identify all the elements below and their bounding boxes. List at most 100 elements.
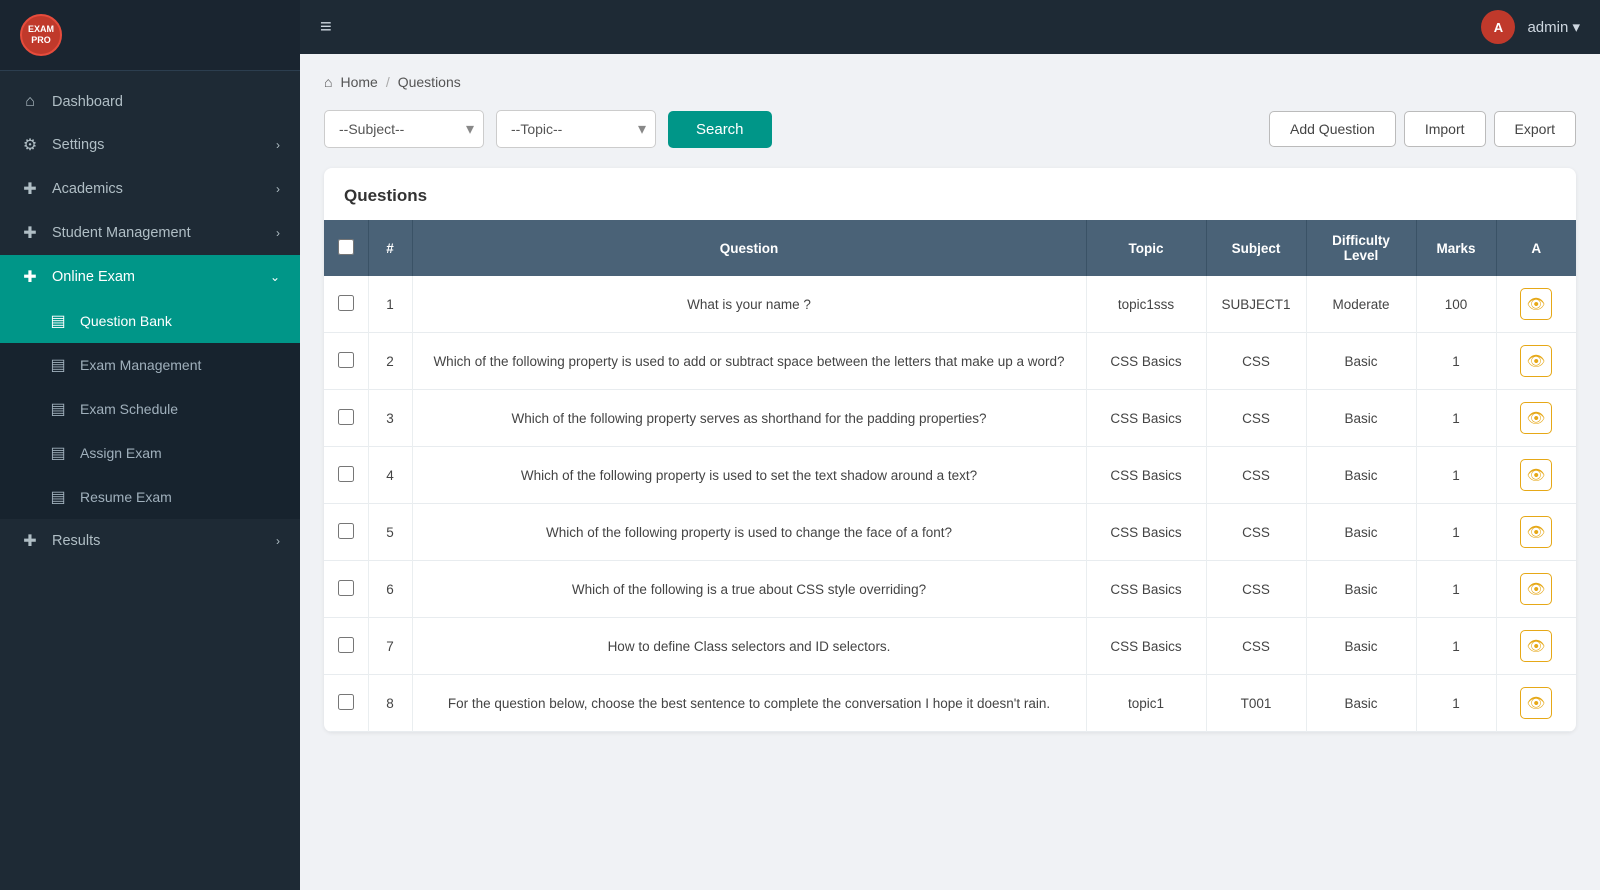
row-topic: CSS Basics [1086, 447, 1206, 504]
subject-select[interactable]: --Subject-- [324, 110, 484, 148]
row-actions: 👁 [1496, 276, 1576, 333]
header-marks: Marks [1416, 220, 1496, 276]
search-button[interactable]: Search [668, 111, 772, 148]
view-button[interactable]: 👁 [1520, 630, 1552, 662]
header-question: Question [412, 220, 1086, 276]
row-difficulty: Basic [1306, 675, 1416, 732]
row-number: 7 [368, 618, 412, 675]
breadcrumb-separator: / [386, 74, 390, 90]
view-button[interactable]: 👁 [1520, 573, 1552, 605]
sidebar-item-online-exam[interactable]: ✚ Online Exam ⌄ [0, 255, 300, 299]
avatar: A [1481, 10, 1515, 44]
row-checkbox-cell [324, 618, 368, 675]
row-checkbox[interactable] [338, 523, 354, 539]
row-number: 8 [368, 675, 412, 732]
row-topic: CSS Basics [1086, 390, 1206, 447]
row-checkbox[interactable] [338, 409, 354, 425]
row-checkbox[interactable] [338, 694, 354, 710]
row-difficulty: Basic [1306, 447, 1416, 504]
sidebar-logo: EXAM PRO [0, 0, 300, 71]
row-marks: 1 [1416, 561, 1496, 618]
row-number: 5 [368, 504, 412, 561]
sidebar-item-results[interactable]: ✚ Results › [0, 519, 300, 563]
settings-icon: ⚙ [20, 135, 40, 155]
sidebar-item-resume-exam[interactable]: ▤ Resume Exam [0, 475, 300, 519]
breadcrumb-home-icon: ⌂ [324, 74, 332, 90]
table-row: 8 For the question below, choose the bes… [324, 675, 1576, 732]
chevron-right-icon: › [276, 138, 280, 152]
breadcrumb-home-link[interactable]: Home [340, 74, 377, 90]
hamburger-menu-button[interactable]: ≡ [320, 16, 332, 39]
row-subject: CSS [1206, 618, 1306, 675]
row-checkbox[interactable] [338, 352, 354, 368]
topic-select-wrapper: --Topic-- [496, 110, 656, 148]
view-button[interactable]: 👁 [1520, 516, 1552, 548]
add-question-button[interactable]: Add Question [1269, 111, 1396, 147]
row-checkbox[interactable] [338, 637, 354, 653]
sidebar-item-settings[interactable]: ⚙ Settings › [0, 123, 300, 167]
document-icon: ▤ [48, 399, 68, 419]
table-body: 1 What is your name ? topic1sss SUBJECT1… [324, 276, 1576, 732]
header-subject: Subject [1206, 220, 1306, 276]
row-question: What is your name ? [412, 276, 1086, 333]
sidebar-item-label: Results [52, 533, 100, 549]
sidebar-item-question-bank[interactable]: ▤ Question Bank [0, 299, 300, 343]
topbar-right[interactable]: A admin ▾ [1481, 10, 1580, 44]
chevron-right-icon: › [276, 182, 280, 196]
sidebar-item-academics[interactable]: ✚ Academics › [0, 167, 300, 211]
row-number: 6 [368, 561, 412, 618]
row-checkbox-cell [324, 504, 368, 561]
sidebar-item-label: Exam Management [80, 357, 201, 373]
sidebar-item-label: Settings [52, 137, 104, 153]
row-actions: 👁 [1496, 561, 1576, 618]
row-difficulty: Basic [1306, 561, 1416, 618]
row-checkbox[interactable] [338, 580, 354, 596]
topic-select[interactable]: --Topic-- [496, 110, 656, 148]
row-marks: 1 [1416, 447, 1496, 504]
sidebar-navigation: ⌂ Dashboard ⚙ Settings › ✚ Academics › ✚… [0, 71, 300, 573]
table-row: 6 Which of the following is a true about… [324, 561, 1576, 618]
row-marks: 1 [1416, 618, 1496, 675]
subject-select-wrapper: --Subject-- [324, 110, 484, 148]
sidebar-item-exam-management[interactable]: ▤ Exam Management [0, 343, 300, 387]
row-topic: CSS Basics [1086, 561, 1206, 618]
row-subject: CSS [1206, 333, 1306, 390]
header-difficulty: DifficultyLevel [1306, 220, 1416, 276]
header-topic: Topic [1086, 220, 1206, 276]
admin-label[interactable]: admin ▾ [1527, 18, 1580, 36]
row-question: Which of the following property serves a… [412, 390, 1086, 447]
document-icon: ▤ [48, 355, 68, 375]
row-checkbox[interactable] [338, 466, 354, 482]
header-num: # [368, 220, 412, 276]
view-button[interactable]: 👁 [1520, 288, 1552, 320]
row-marks: 1 [1416, 390, 1496, 447]
row-checkbox[interactable] [338, 295, 354, 311]
row-difficulty: Basic [1306, 390, 1416, 447]
plus-icon: ✚ [20, 267, 40, 287]
import-button[interactable]: Import [1404, 111, 1486, 147]
home-icon: ⌂ [20, 93, 40, 111]
row-difficulty: Basic [1306, 618, 1416, 675]
view-button[interactable]: 👁 [1520, 459, 1552, 491]
table-row: 1 What is your name ? topic1sss SUBJECT1… [324, 276, 1576, 333]
sidebar-item-student-management[interactable]: ✚ Student Management › [0, 211, 300, 255]
filter-actions: Add Question Import Export [1269, 111, 1576, 147]
header-action: A [1496, 220, 1576, 276]
sidebar-item-label: Online Exam [52, 269, 135, 285]
row-difficulty: Moderate [1306, 276, 1416, 333]
view-button[interactable]: 👁 [1520, 345, 1552, 377]
view-button[interactable]: 👁 [1520, 687, 1552, 719]
row-topic: CSS Basics [1086, 618, 1206, 675]
view-button[interactable]: 👁 [1520, 402, 1552, 434]
row-checkbox-cell [324, 390, 368, 447]
export-button[interactable]: Export [1494, 111, 1576, 147]
row-checkbox-cell [324, 276, 368, 333]
select-all-checkbox[interactable] [338, 239, 354, 255]
row-actions: 👁 [1496, 390, 1576, 447]
sidebar-item-dashboard[interactable]: ⌂ Dashboard [0, 81, 300, 123]
row-checkbox-cell [324, 561, 368, 618]
topbar: ≡ A admin ▾ [300, 0, 1600, 54]
card-title: Questions [324, 168, 1576, 220]
sidebar-item-exam-schedule[interactable]: ▤ Exam Schedule [0, 387, 300, 431]
sidebar-item-assign-exam[interactable]: ▤ Assign Exam [0, 431, 300, 475]
